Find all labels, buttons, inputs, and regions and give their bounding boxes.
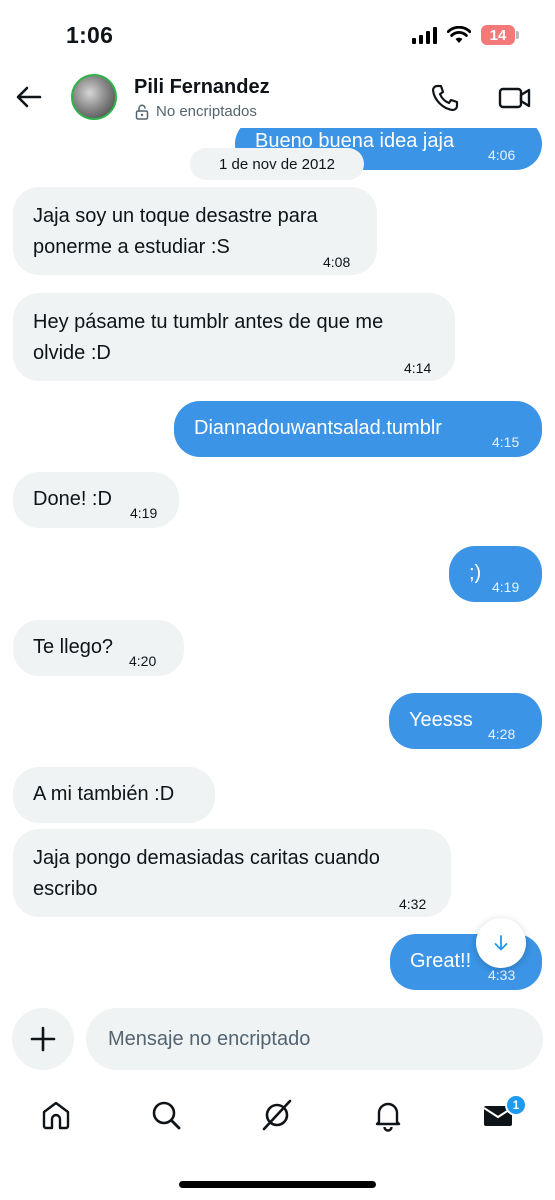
encryption-label: No encriptados [156, 103, 257, 120]
conversation-header: Pili Fernandez No encriptados [0, 70, 555, 128]
message-text: Te llego? [33, 636, 114, 658]
message-compose-box[interactable] [86, 1008, 543, 1070]
search-icon[interactable] [149, 1098, 183, 1132]
message-bubble-outgoing[interactable]: Diannadouwantsalad.tumblr 4:15 [174, 401, 542, 457]
message-bubble-outgoing[interactable]: Yeesss 4:28 [389, 693, 542, 749]
message-bubble-incoming[interactable]: Te llego? 4:20 [13, 620, 184, 676]
encryption-status: No encriptados [134, 103, 257, 120]
add-media-button[interactable] [12, 1008, 74, 1070]
message-text: Yeesss [409, 709, 473, 731]
message-bubble-incoming[interactable]: Jaja pongo demasiadas caritas cuando esc… [13, 829, 451, 917]
home-indicator[interactable] [179, 1181, 376, 1188]
message-time: 4:20 [129, 653, 157, 669]
plus-icon [30, 1026, 56, 1052]
video-call-icon[interactable] [498, 83, 532, 113]
arrow-down-icon [494, 935, 508, 951]
message-time: 4:32 [399, 896, 427, 912]
back-arrow-icon[interactable] [14, 82, 44, 112]
scroll-to-bottom-button[interactable] [476, 918, 526, 968]
status-time: 1:06 [66, 22, 114, 48]
message-time: 4:19 [492, 579, 520, 595]
date-separator: 1 de nov de 2012 [190, 148, 364, 180]
wifi-icon [447, 26, 471, 43]
message-text: Done! :D [33, 488, 112, 510]
unread-messages-badge: 1 [505, 1094, 527, 1116]
message-bubble-incoming[interactable]: A mi también :D [13, 767, 215, 823]
status-bar: 1:06 14 [0, 0, 555, 70]
bottom-navigation: 1 [0, 1088, 555, 1148]
message-bubble-outgoing[interactable]: ;) 4:19 [449, 546, 542, 602]
grok-icon[interactable] [260, 1098, 294, 1132]
message-text: Diannadouwantsalad.tumblr [194, 417, 442, 439]
message-time: 4:28 [488, 726, 516, 742]
message-text: Jaja pongo demasiadas caritas cuando esc… [33, 847, 380, 900]
message-text: Great!! [410, 950, 472, 972]
contact-name[interactable]: Pili Fernandez [134, 76, 270, 99]
message-time: 4:15 [492, 434, 520, 450]
message-time: 4:19 [130, 505, 158, 521]
status-icons: 14 [412, 25, 519, 45]
message-text: Hey pásame tu tumblr antes de que me olv… [33, 311, 384, 364]
message-time: 4:06 [488, 147, 516, 163]
message-time: 4:14 [404, 360, 432, 376]
notifications-icon[interactable] [371, 1098, 405, 1132]
message-list[interactable]: Bueno buena idea jaja 4:06 1 de nov de 2… [0, 128, 555, 1000]
battery-icon: 14 [481, 25, 519, 45]
message-bubble-incoming[interactable]: Jaja soy un toque desastre para ponerme … [13, 187, 377, 275]
message-time: 4:08 [323, 254, 351, 270]
message-text: A mi también :D [33, 783, 175, 805]
message-input[interactable] [108, 1027, 543, 1051]
phone-call-icon[interactable] [430, 83, 460, 113]
home-icon[interactable] [39, 1098, 73, 1132]
message-bubble-incoming[interactable]: Hey pásame tu tumblr antes de que me olv… [13, 293, 455, 381]
message-bubble-incoming[interactable]: Done! :D 4:19 [13, 472, 179, 528]
cellular-signal-icon [412, 26, 437, 44]
unlock-icon [135, 104, 149, 120]
contact-avatar[interactable] [71, 74, 117, 120]
message-text: ;) [469, 562, 482, 584]
